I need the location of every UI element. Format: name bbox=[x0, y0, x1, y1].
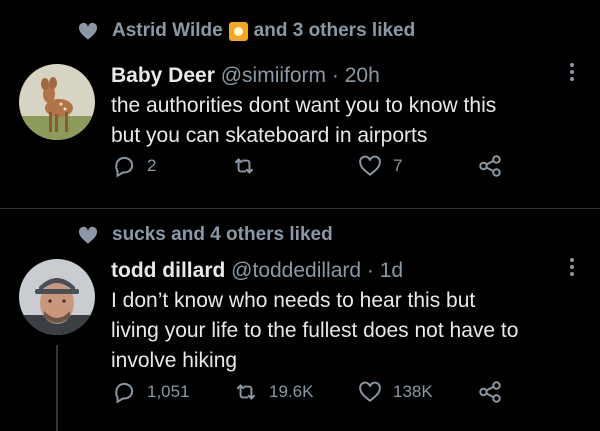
reply-button[interactable]: 2 bbox=[111, 153, 156, 179]
reply-button[interactable]: 1,051 bbox=[111, 379, 190, 405]
social-context[interactable]: sucks and 4 others liked bbox=[78, 224, 333, 246]
tweet-time[interactable]: · 20h bbox=[332, 64, 380, 87]
tweet-text-line: the authorities dont want you to know th… bbox=[111, 94, 497, 117]
heart-icon bbox=[78, 22, 98, 40]
avatar[interactable] bbox=[19, 64, 95, 140]
like-icon bbox=[359, 381, 381, 402]
sun-emoji-icon bbox=[228, 21, 248, 41]
like-count: 7 bbox=[393, 156, 403, 175]
social-rest-text: and 3 others liked bbox=[253, 20, 416, 41]
tweet-text-line: living your life to the fullest does not… bbox=[111, 319, 519, 342]
author-name[interactable]: Baby Deer bbox=[111, 64, 215, 87]
retweet-count: 19.6K bbox=[269, 382, 314, 401]
reply-icon bbox=[115, 156, 134, 178]
tweet-header: Baby Deer @simiiform · 20h bbox=[111, 64, 380, 88]
heart-icon bbox=[78, 226, 98, 244]
retweet-button[interactable] bbox=[231, 153, 257, 179]
like-button[interactable]: 7 bbox=[357, 153, 402, 179]
author-handle[interactable]: @simiiform bbox=[221, 64, 326, 87]
tweet-text-line: but you can skateboard in airports bbox=[111, 124, 428, 147]
author-name[interactable]: todd dillard bbox=[111, 259, 225, 282]
tweet-text: I don’t know who needs to hear this but … bbox=[111, 286, 591, 376]
retweet-icon bbox=[236, 384, 256, 400]
like-button[interactable]: 138K bbox=[357, 379, 433, 405]
reply-icon bbox=[115, 382, 134, 404]
tweet-time[interactable]: · 1d bbox=[367, 259, 403, 282]
tweet-baby-deer[interactable]: Astrid Wilde and 3 others liked Baby Dee… bbox=[0, 0, 600, 209]
like-icon bbox=[359, 155, 381, 176]
tweet-text-line: I don’t know who needs to hear this but bbox=[111, 289, 476, 312]
share-button[interactable] bbox=[477, 153, 503, 179]
reply-count: 1,051 bbox=[147, 382, 190, 401]
author-handle[interactable]: @toddedillard bbox=[231, 259, 361, 282]
reply-count: 2 bbox=[147, 156, 157, 175]
thread-line bbox=[56, 345, 58, 431]
social-user-name[interactable]: Astrid Wilde bbox=[112, 20, 223, 42]
share-icon bbox=[479, 381, 501, 403]
like-count: 138K bbox=[393, 382, 433, 401]
share-icon bbox=[479, 155, 501, 177]
person-avatar-image bbox=[19, 259, 95, 335]
tweet-todd-dillard[interactable]: sucks and 4 others liked todd dillard @t… bbox=[0, 210, 600, 431]
avatar[interactable] bbox=[19, 259, 95, 335]
retweet-button[interactable]: 19.6K bbox=[233, 379, 313, 405]
more-icon[interactable] bbox=[570, 258, 576, 280]
tweet-header: todd dillard @toddedillard · 1d bbox=[111, 259, 403, 283]
deer-avatar-image bbox=[19, 64, 95, 140]
retweet-icon bbox=[234, 158, 254, 174]
share-button[interactable] bbox=[477, 379, 503, 405]
tweet-text-line: involve hiking bbox=[111, 349, 238, 372]
tweet-text: the authorities dont want you to know th… bbox=[111, 91, 591, 151]
more-icon[interactable] bbox=[570, 63, 576, 85]
social-context[interactable]: Astrid Wilde and 3 others liked bbox=[78, 20, 415, 42]
social-rest-text: sucks and 4 others liked bbox=[112, 224, 333, 245]
